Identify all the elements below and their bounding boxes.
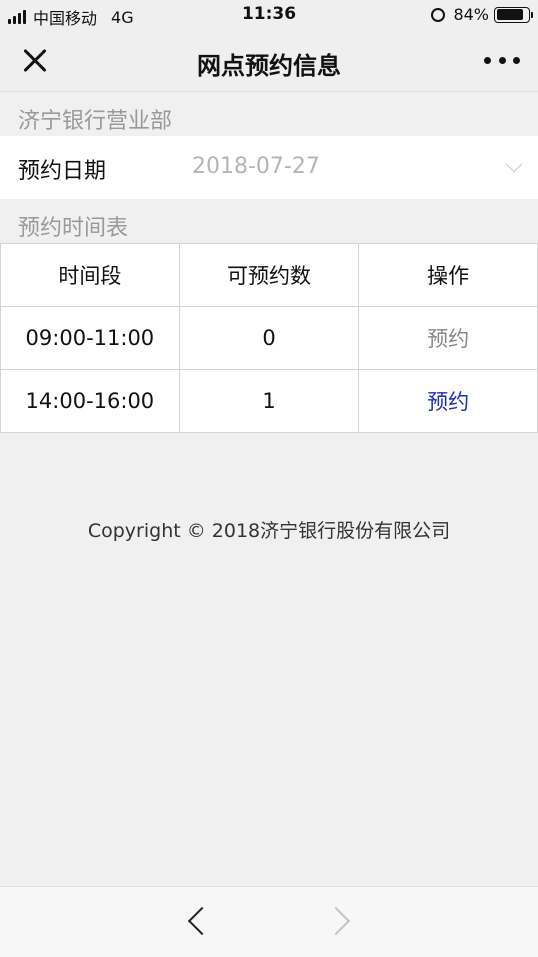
table-row: 09:00-11:00 0 预约	[0, 306, 538, 370]
alarm-icon	[431, 7, 446, 22]
header-action: 操作	[358, 243, 538, 307]
more-dots-icon[interactable]	[484, 50, 520, 70]
reserve-button[interactable]: 预约	[358, 369, 538, 433]
battery-fill	[496, 9, 523, 20]
reserve-button-disabled: 预约	[358, 306, 538, 370]
battery-icon	[494, 6, 533, 23]
dot	[513, 56, 520, 64]
table-header-row: 时间段 可预约数 操作	[0, 243, 538, 307]
back-arrow-icon[interactable]	[187, 906, 217, 936]
row-available: 0	[178, 306, 360, 370]
table-row: 14:00-16:00 1 预约	[0, 369, 538, 433]
header-available: 可预约数	[178, 243, 360, 307]
branch-name: 济宁银行营业部	[18, 109, 173, 134]
forward-arrow-icon	[321, 906, 351, 936]
date-row[interactable]: 预约日期 2018-07-27	[0, 136, 538, 199]
dot	[498, 56, 506, 64]
battery-percent: 84%	[453, 5, 489, 24]
schedule-table: 时间段 可预约数 操作 09:00-11:00 0 预约 14:00-16:00…	[0, 243, 538, 433]
bottom-toolbar	[0, 886, 538, 957]
date-label: 预约日期	[18, 159, 107, 184]
schedule-title: 预约时间表	[18, 216, 129, 241]
chevron-down-icon[interactable]	[505, 155, 523, 173]
row-available: 1	[178, 369, 360, 433]
date-value[interactable]: 2018-07-27	[192, 154, 482, 179]
row-time: 09:00-11:00	[0, 306, 180, 370]
dot	[484, 56, 491, 64]
copyright-text: Copyright © 2018济宁银行股份有限公司	[87, 520, 451, 542]
status-right: 84%	[431, 5, 533, 24]
page-title: 网点预约信息	[197, 52, 341, 80]
nav-bar: 网点预约信息	[0, 30, 538, 92]
header-time: 时间段	[0, 243, 180, 307]
status-bar: 中国移动 4G 11:36 84%	[0, 0, 538, 30]
row-time: 14:00-16:00	[0, 369, 180, 433]
